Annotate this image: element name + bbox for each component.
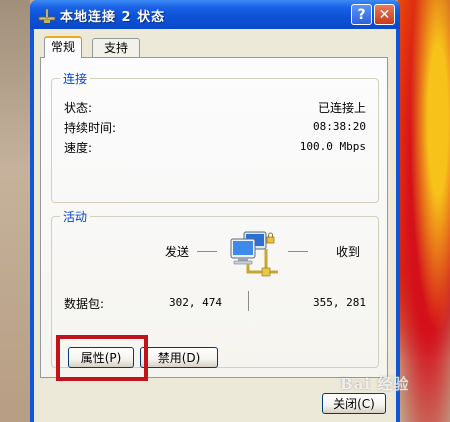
status-value: 已连接上	[317, 101, 366, 115]
speed-label: 速度:	[64, 141, 93, 155]
activity-legend: 活动	[63, 210, 88, 224]
network-connection-icon	[38, 6, 56, 24]
duration-value: 08:38:20	[313, 120, 366, 133]
packets-received-value: 355, 281	[313, 296, 366, 309]
close-button[interactable]: 关闭(C)	[322, 393, 386, 414]
close-icon: ✕	[378, 6, 391, 23]
disable-button[interactable]: 禁用(D)	[140, 347, 218, 368]
help-button[interactable]: ?	[351, 4, 372, 25]
activity-divider	[248, 291, 249, 311]
connection-legend: 连接	[63, 72, 88, 86]
speed-value: 100.0 Mbps	[299, 140, 366, 153]
desktop-background-left	[0, 0, 30, 422]
received-label: 收到	[336, 245, 361, 259]
tab-support[interactable]: 支持	[92, 38, 140, 58]
sent-label: 发送	[165, 245, 190, 259]
desktop-background-flower	[398, 0, 450, 422]
title-bar[interactable]: 本地连接 2 状态 ? ✕	[30, 0, 400, 29]
duration-label: 持续时间:	[64, 121, 117, 135]
sent-line	[197, 251, 217, 252]
status-label: 状态:	[64, 101, 93, 115]
watermark-text: Bai 经验	[340, 375, 410, 393]
help-icon: ?	[357, 6, 366, 23]
tab-panel-general: 连接 状态: 已连接上 持续时间: 08:38:20 速度: 100.0 Mbp…	[40, 57, 388, 378]
properties-highlight-box	[56, 335, 148, 381]
received-line	[288, 251, 308, 252]
tab-general[interactable]: 常规	[44, 36, 83, 58]
connection-group: 连接 状态: 已连接上 持续时间: 08:38:20 速度: 100.0 Mbp…	[51, 70, 379, 203]
packets-label: 数据包:	[64, 297, 105, 311]
network-activity-icon	[228, 229, 284, 281]
packets-sent-value: 302, 474	[169, 296, 222, 309]
window-title: 本地连接 2 状态	[60, 10, 166, 25]
dialog-client-area: 常规 支持 连接 状态: 已连接上 持续时间: 08:38:20 速度: 100…	[34, 29, 396, 422]
status-dialog: 本地连接 2 状态 ? ✕ 常规 支持 连接 状态: 已连接上 持续时间: 08…	[30, 0, 400, 422]
close-window-button[interactable]: ✕	[374, 4, 395, 25]
